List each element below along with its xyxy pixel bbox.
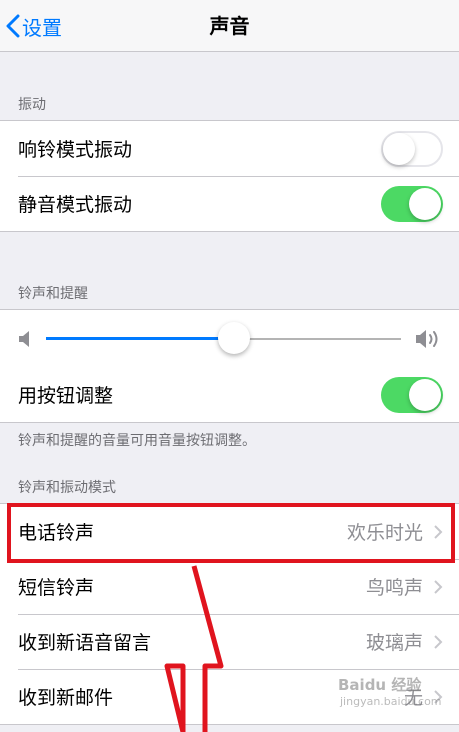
- volume-slider[interactable]: [46, 321, 401, 354]
- chevron-right-icon: [434, 634, 443, 649]
- speaker-low-icon: [19, 330, 29, 347]
- vibrate-on-silent-toggle[interactable]: [381, 185, 443, 222]
- page-title: 声音: [209, 14, 250, 38]
- chevron-right-icon: [434, 524, 443, 539]
- section-header-patterns: 铃声和振动模式: [18, 480, 116, 496]
- section-header-ringer: 铃声和提醒: [18, 286, 88, 302]
- toggle-knob: [409, 187, 441, 220]
- vibrate-on-ring-row: 响铃模式振动: [0, 121, 459, 176]
- text-tone-row[interactable]: 短信铃声 鸟鸣声: [0, 559, 459, 614]
- watermark-logo: Baidu 经验: [338, 676, 422, 694]
- row-value: 鸟鸣声: [365, 577, 423, 599]
- speaker-high-icon: [416, 329, 438, 348]
- row-label: 用按钮调整: [18, 385, 114, 407]
- vibrate-on-silent-row: 静音模式振动: [0, 176, 459, 231]
- toggle-knob: [383, 132, 415, 165]
- ringer-group: 用按钮调整: [0, 309, 459, 423]
- row-label: 静音模式振动: [18, 194, 133, 216]
- change-with-buttons-row: 用按钮调整: [0, 367, 459, 422]
- vibrate-on-ring-toggle[interactable]: [381, 130, 443, 167]
- slider-fill: [46, 336, 235, 340]
- chevron-right-icon: [434, 579, 443, 594]
- vibrate-group: 响铃模式振动 静音模式振动: [0, 120, 459, 232]
- volume-slider-row: [0, 310, 459, 367]
- section-header-vibrate: 振动: [18, 97, 46, 113]
- row-value: 欢乐时光: [346, 522, 423, 544]
- ringer-footer-note: 铃声和提醒的音量可用音量按钮调整。: [18, 433, 256, 449]
- new-voicemail-row[interactable]: 收到新语音留言 玻璃声: [0, 614, 459, 669]
- watermark-url: jingyan.baidu.com: [340, 695, 442, 708]
- row-value: 玻璃声: [365, 632, 423, 654]
- toggle-knob: [409, 378, 441, 411]
- row-label: 响铃模式振动: [18, 139, 133, 161]
- row-label: 电话铃声: [18, 522, 95, 544]
- ringtone-row[interactable]: 电话铃声 欢乐时光: [0, 504, 459, 559]
- slider-thumb[interactable]: [218, 321, 251, 354]
- annotation-arrow-up-icon: [164, 565, 224, 732]
- change-with-buttons-toggle[interactable]: [381, 376, 443, 413]
- navigation-bar: 设置 声音: [0, 0, 459, 52]
